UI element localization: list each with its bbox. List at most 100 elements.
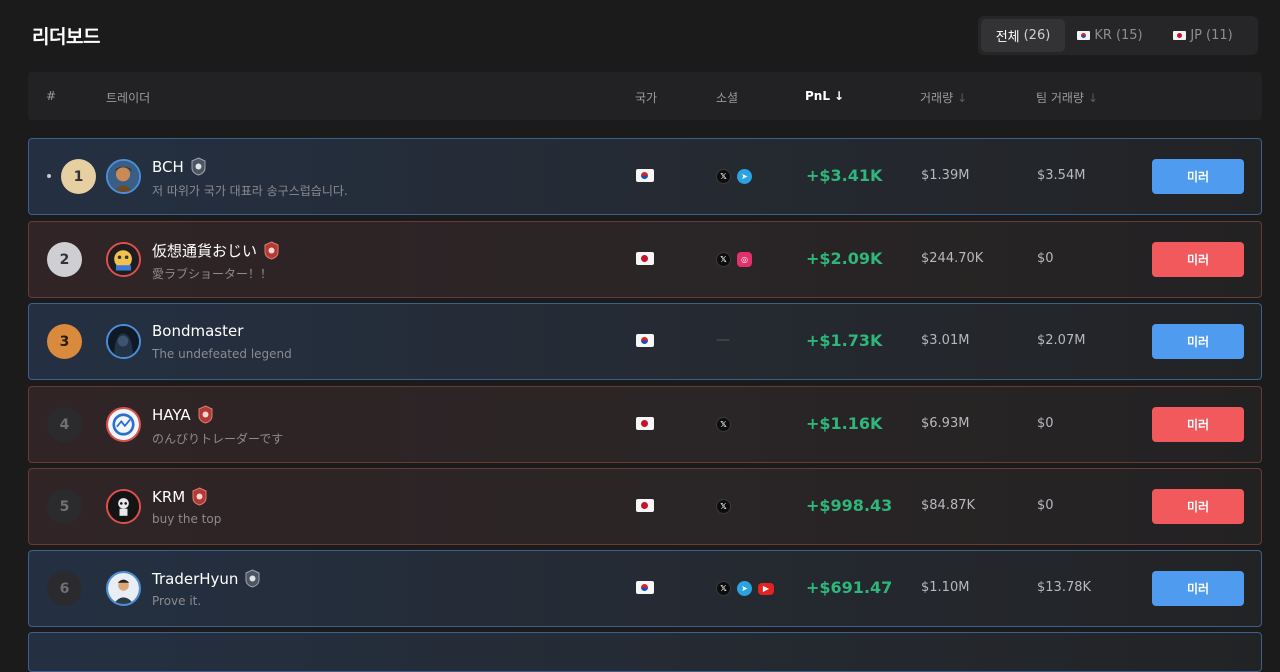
table-header: # 트레이더 국가 소셜 PnL ↓ 거래량 ↓ 팀 거래량 ↓ [28, 72, 1262, 120]
column-rank: # [46, 89, 57, 103]
trader-name[interactable]: BCH [152, 158, 184, 176]
volume-value: $1.10M [921, 580, 970, 595]
instagram-icon[interactable]: ◎ [737, 252, 752, 267]
telegram-icon[interactable]: ➤ [737, 581, 752, 596]
trader-bio: buy the top [152, 512, 222, 526]
rank-badge: 2 [47, 242, 82, 277]
table-row[interactable]: 5 KRM buy the top 𝕏 +$998.43 $84.87K $0 … [28, 468, 1262, 545]
volume-value: $3.01M [921, 333, 970, 348]
x-icon[interactable]: 𝕏 [716, 417, 731, 432]
social-links: 𝕏 [716, 499, 731, 514]
trader-name[interactable]: 仮想通貨おじい [152, 240, 257, 261]
trader-bio: 저 따위가 국가 대표라 송구스럽습니다. [152, 184, 348, 198]
rank-badge: 6 [47, 571, 82, 606]
trader-name-wrap: BCH [152, 157, 207, 176]
pnl-value: +$2.09K [806, 249, 883, 268]
pnl-value: +$1.73K [806, 331, 883, 350]
sort-desc-icon: ↓ [957, 90, 968, 105]
telegram-icon[interactable]: ➤ [737, 169, 752, 184]
page-title: 리더보드 [32, 26, 100, 48]
table-row[interactable] [28, 632, 1262, 672]
filter-count: (26) [1023, 28, 1051, 43]
volume-value: $244.70K [921, 251, 984, 266]
filter-count: (11) [1206, 28, 1233, 43]
table-row[interactable]: 6 TraderHyun Prove it. 𝕏 ➤ ▶ +$691.47 $1… [28, 550, 1262, 627]
x-icon[interactable]: 𝕏 [716, 252, 731, 267]
filter-label: JP [1190, 28, 1202, 43]
trader-name-wrap: HAYA [152, 405, 214, 424]
mirror-button[interactable]: 미러 [1152, 159, 1244, 194]
filter-tab-all[interactable]: 전체 (26) [981, 19, 1065, 52]
filter-label: KR [1094, 28, 1112, 43]
jp-tier-badge-icon [191, 487, 208, 506]
highlight-dot-icon [47, 174, 51, 178]
table-row[interactable]: 2 仮想通貨おじい 愛ラブショーター！！ 𝕏 ◎ +$2.09K $244.70… [28, 221, 1262, 298]
rank-badge: 4 [47, 407, 82, 442]
mirror-button[interactable]: 미러 [1152, 407, 1244, 442]
column-volume-sort[interactable]: 거래량 ↓ [920, 89, 967, 106]
mirror-button[interactable]: 미러 [1152, 489, 1244, 524]
column-pnl-label: PnL [805, 89, 830, 103]
pnl-value: +$1.16K [806, 414, 883, 433]
table-row[interactable]: 3 Bondmaster The undefeated legend — +$1… [28, 303, 1262, 380]
x-icon[interactable]: 𝕏 [716, 581, 731, 596]
sort-desc-icon: ↓ [833, 89, 845, 103]
jp-flag-icon [636, 417, 654, 430]
kr-tier-badge-icon [190, 157, 207, 176]
sort-desc-icon: ↓ [1087, 90, 1099, 105]
avatar[interactable] [106, 407, 141, 442]
volume-value: $1.39M [921, 168, 970, 183]
mirror-button[interactable]: 미러 [1152, 242, 1244, 277]
trader-name-wrap: 仮想通貨おじい [152, 240, 280, 261]
trader-name[interactable]: TraderHyun [152, 570, 238, 588]
jp-tier-badge-icon [197, 405, 214, 424]
avatar[interactable] [106, 571, 141, 606]
filter-tab-jp[interactable]: JP (11) [1155, 19, 1251, 52]
trader-name[interactable]: KRM [152, 488, 185, 506]
pnl-value: +$3.41K [806, 166, 883, 185]
table-row[interactable]: 4 HAYA のんびりトレーダーです 𝕏 +$1.16K $6.93M $0 미… [28, 386, 1262, 463]
volume-value: $6.93M [921, 416, 970, 431]
x-icon[interactable]: 𝕏 [716, 499, 731, 514]
trader-name-wrap: KRM [152, 487, 208, 506]
filter-tab-kr[interactable]: KR (15) [1065, 19, 1155, 52]
youtube-icon[interactable]: ▶ [758, 582, 774, 595]
filter-label: 전체 [995, 30, 1020, 45]
x-icon[interactable]: 𝕏 [716, 169, 731, 184]
team-volume-value: $0 [1037, 251, 1054, 266]
trader-name[interactable]: Bondmaster [152, 322, 243, 340]
pnl-value: +$691.47 [806, 578, 893, 597]
avatar[interactable] [106, 242, 141, 277]
volume-value: $84.87K [921, 498, 976, 513]
social-links: 𝕏 ➤ [716, 169, 752, 184]
kr-flag-icon [636, 581, 654, 594]
kr-tier-badge-icon [244, 569, 261, 588]
trader-name-wrap: Bondmaster [152, 322, 243, 340]
column-volume-label: 거래량 [920, 91, 954, 105]
social-links: 𝕏 ➤ ▶ [716, 581, 774, 596]
social-links: 𝕏 [716, 417, 731, 432]
column-trader: 트레이더 [106, 91, 151, 105]
social-links: 𝕏 ◎ [716, 252, 752, 267]
trader-bio: Prove it. [152, 594, 202, 608]
team-volume-value: $2.07M [1037, 333, 1086, 348]
avatar[interactable] [106, 159, 141, 194]
trader-bio: 愛ラブショーター！！ [152, 267, 273, 281]
column-pnl-sort[interactable]: PnL ↓ [805, 89, 844, 103]
jp-flag-icon [1173, 31, 1187, 40]
team-volume-value: $3.54M [1037, 168, 1086, 183]
filter-count: (15) [1115, 28, 1143, 43]
team-volume-value: $0 [1037, 498, 1054, 513]
team-volume-value: $13.78K [1037, 580, 1092, 595]
column-team-volume-sort[interactable]: 팀 거래량 ↓ [1036, 89, 1098, 106]
avatar[interactable] [106, 324, 141, 359]
mirror-button[interactable]: 미러 [1152, 324, 1244, 359]
kr-flag-icon [636, 169, 654, 182]
table-row[interactable]: 1 BCH 저 따위가 국가 대표라 송구스럽습니다. 𝕏 ➤ +$3.41K … [28, 138, 1262, 215]
trader-name[interactable]: HAYA [152, 406, 191, 424]
column-country: 국가 [635, 91, 658, 105]
mirror-button[interactable]: 미러 [1152, 571, 1244, 606]
trader-name-wrap: TraderHyun [152, 569, 261, 588]
column-social: 소셜 [716, 91, 739, 105]
avatar[interactable] [106, 489, 141, 524]
